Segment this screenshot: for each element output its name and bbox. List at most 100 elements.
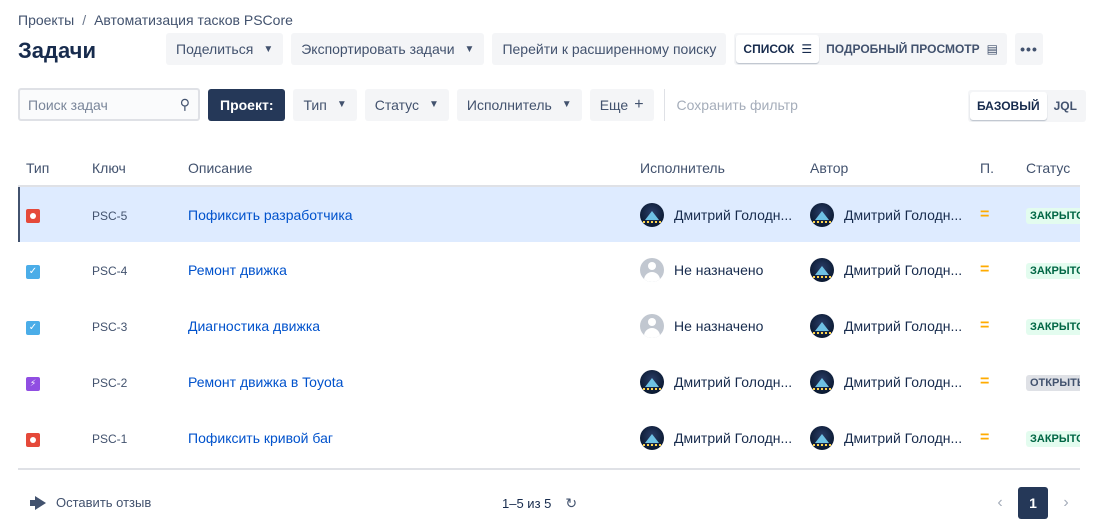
type-filter-button[interactable]: Тип ▼ <box>293 88 357 121</box>
status-filter-button[interactable]: Статус ▼ <box>364 88 449 121</box>
issue-key[interactable]: PSC-2 <box>92 376 127 390</box>
pagination: ‹ 1 › <box>990 487 1076 519</box>
export-button[interactable]: Экспортировать задачи ▼ <box>291 33 485 65</box>
mode-jql-button[interactable]: JQL <box>1047 92 1084 120</box>
search-icon[interactable]: ⚲ <box>180 96 190 113</box>
status-badge[interactable]: ЗАКРЫТО <box>1026 263 1080 279</box>
issue-key[interactable]: PSC-1 <box>92 432 127 446</box>
priority-medium-icon: = <box>980 373 990 390</box>
toolbar: Поделиться ▼ Экспортировать задачи ▼ Пер… <box>166 33 1043 65</box>
cell-reporter: Дмитрий Голодн... <box>802 298 972 354</box>
table-row[interactable]: PSC-5 Пофиксить разработчика Дмитрий Голод… <box>18 186 1080 242</box>
issue-summary-link[interactable]: Диагностика движка <box>188 318 320 334</box>
cell-summary: Ремонт движка в Toyota <box>180 354 632 410</box>
cell-type: ✓ <box>18 298 84 354</box>
share-label: Поделиться <box>176 41 254 57</box>
project-filter-button[interactable]: Проект: <box>208 88 286 121</box>
issue-key[interactable]: PSC-5 <box>92 209 127 223</box>
breadcrumb: Проекты / Автоматизация тасков PSCore <box>18 12 293 28</box>
column-header-type[interactable]: Тип <box>18 150 84 187</box>
status-badge[interactable]: ЗАКРЫТО <box>1026 431 1080 447</box>
table-row[interactable]: ⚡ PSC-2 Ремонт движка в Toyota Дмитрий Голо… <box>18 354 1080 410</box>
cell-reporter: Дмитрий Голодн... <box>802 410 972 466</box>
cell-reporter: Дмитрий Голодн... <box>802 242 972 298</box>
export-label: Экспортировать задачи <box>301 41 455 57</box>
next-page-icon[interactable]: › <box>1056 494 1076 512</box>
cell-summary: Пофиксить кривой баг <box>180 410 632 466</box>
more-actions-button[interactable]: ••• <box>1015 33 1043 65</box>
assignee-filter-button[interactable]: Исполнитель ▼ <box>456 88 582 121</box>
issue-key[interactable]: PSC-3 <box>92 320 127 334</box>
column-header-summary[interactable]: Описание <box>180 150 632 187</box>
column-header-status[interactable]: Статус <box>1018 150 1080 187</box>
cell-priority: = <box>972 186 1018 242</box>
issue-summary-link[interactable]: Ремонт движка в Toyota <box>188 374 343 390</box>
status-badge[interactable]: ЗАКРЫТО <box>1026 319 1080 335</box>
results-count-label: 1–5 из 5 <box>502 496 552 511</box>
advanced-search-label: Перейти к расширенному поиску <box>502 41 717 57</box>
issue-summary-link[interactable]: Пофиксить кривой баг <box>188 430 333 446</box>
cell-reporter: Дмитрий Голодн... <box>802 186 972 242</box>
issue-key[interactable]: PSC-4 <box>92 264 127 278</box>
priority-medium-icon: = <box>980 205 990 223</box>
feedback-button[interactable]: Оставить отзыв <box>30 495 151 510</box>
table-row[interactable]: ✓ PSC-4 Ремонт движка Не назначено Дмитрий Г… <box>18 242 1080 298</box>
cell-assignee: Дмитрий Голодн... <box>632 186 802 242</box>
feedback-label: Оставить отзыв <box>56 495 152 510</box>
more-filters-button[interactable]: Еще + <box>589 88 654 121</box>
breadcrumb-project[interactable]: Автоматизация тасков PSCore <box>94 12 293 28</box>
status-badge[interactable]: ЗАКРЫТО <box>1026 207 1080 224</box>
view-switcher: СПИСОК ☰ ПОДРОБНЫЙ ПРОСМОТР ▤ <box>734 33 1007 65</box>
mode-basic-button[interactable]: БАЗОВЫЙ <box>970 92 1047 120</box>
status-badge[interactable]: ОТКРЫТЬ <box>1026 375 1080 391</box>
save-filter-button[interactable]: Сохранить фильтр <box>663 88 798 121</box>
reporter-name: Дмитрий Голодн... <box>844 206 963 223</box>
column-header-assignee[interactable]: Исполнитель <box>632 150 802 187</box>
issue-summary-link[interactable]: Пофиксить разработчика <box>188 207 353 223</box>
page-title: Задачи <box>18 38 96 63</box>
cell-key: PSC-3 <box>84 298 180 354</box>
table-row[interactable]: PSC-1 Пофиксить кривой баг Дмитрий Голодн.… <box>18 410 1080 466</box>
unassigned-avatar-icon <box>640 258 664 282</box>
task-check-icon: ✓ <box>26 320 40 335</box>
plus-icon: + <box>634 95 644 113</box>
chevron-down-icon: ▼ <box>561 99 572 110</box>
assignee-name: Не назначено <box>674 318 764 334</box>
priority-medium-icon: = <box>980 261 990 278</box>
task-check-icon: ✓ <box>26 264 40 279</box>
cell-priority: = <box>972 298 1018 354</box>
cell-status: ЗАКРЫТО <box>1018 242 1080 298</box>
assignee-name: Дмитрий Голодн... <box>674 430 793 446</box>
cell-summary: Ремонт движка <box>180 242 632 298</box>
search-input[interactable] <box>28 96 168 113</box>
breadcrumb-projects[interactable]: Проекты <box>18 12 74 28</box>
page-current[interactable]: 1 <box>1018 487 1048 519</box>
advanced-search-button[interactable]: Перейти к расширенному поиску <box>492 33 727 65</box>
cell-summary: Пофиксить разработчика <box>180 186 632 242</box>
reporter-name: Дмитрий Голодн... <box>844 374 963 390</box>
cell-priority: = <box>972 354 1018 410</box>
refresh-icon[interactable]: ↻ <box>565 495 577 512</box>
view-detail-label: ПОДРОБНЫЙ ПРОСМОТР <box>826 42 980 56</box>
issue-summary-link[interactable]: Ремонт движка <box>188 262 287 278</box>
share-button[interactable]: Поделиться ▼ <box>166 33 284 65</box>
cell-assignee: Дмитрий Голодн... <box>632 354 802 410</box>
cell-assignee: Дмитрий Голодн... <box>632 410 802 466</box>
column-header-priority[interactable]: П. <box>972 150 1018 187</box>
detail-view-icon: ▤ <box>986 42 998 56</box>
prev-page-icon[interactable]: ‹ <box>990 494 1010 512</box>
cell-key: PSC-2 <box>84 354 180 410</box>
epic-lightning-icon: ⚡ <box>26 376 40 391</box>
column-header-key[interactable]: Ключ <box>84 150 180 187</box>
avatar <box>640 426 664 450</box>
table-header-row: Тип Ключ Описание Исполнитель Автор П. С… <box>18 150 1080 187</box>
column-header-reporter[interactable]: Автор <box>802 150 972 187</box>
avatar <box>810 202 834 227</box>
assignee-name: Не назначено <box>674 262 764 278</box>
megaphone-icon <box>30 496 48 510</box>
view-list-button[interactable]: СПИСОК ☰ <box>736 35 820 63</box>
avatar <box>640 202 664 227</box>
table-row[interactable]: ✓ PSC-3 Диагностика движка Не назначено Дмит… <box>18 298 1080 354</box>
view-detail-button[interactable]: ПОДРОБНЫЙ ПРОСМОТР ▤ <box>819 35 1005 63</box>
results-count: 1–5 из 5 ↻ <box>502 495 577 512</box>
